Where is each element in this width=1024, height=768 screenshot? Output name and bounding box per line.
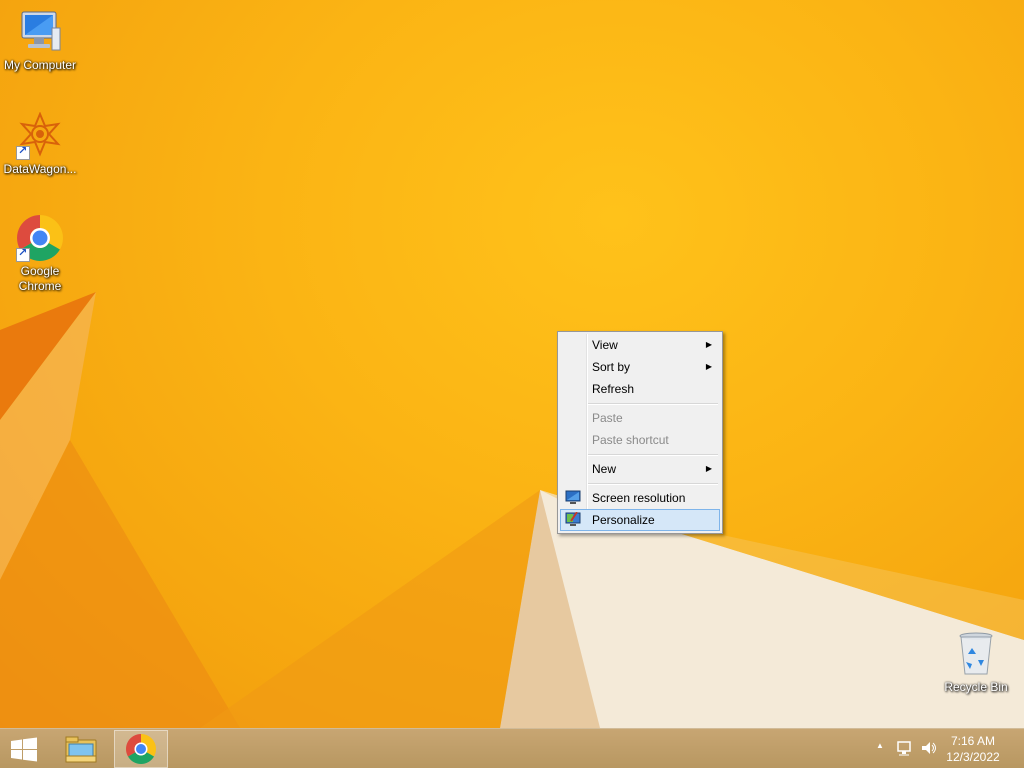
clock-date: 12/3/2022	[946, 750, 1000, 764]
desktop-icon-label: Google Chrome	[18, 264, 62, 293]
menu-item-label: Sort by	[592, 360, 631, 374]
desktop-icon-label: My Computer	[3, 58, 77, 72]
menu-item-label: Paste shortcut	[592, 433, 669, 447]
wallpaper-shapes	[0, 292, 1024, 728]
menu-item-label: Refresh	[592, 382, 635, 396]
desktop-icon-label: DataWagon...	[3, 162, 77, 176]
menu-separator	[588, 454, 718, 456]
windows-logo-icon	[11, 737, 37, 762]
clock-time: 7:16 AM	[950, 734, 996, 748]
menu-item-new[interactable]: New ▶	[560, 458, 720, 480]
start-button[interactable]	[0, 730, 48, 768]
desktop-icon-label: Recycle Bin	[944, 680, 1008, 694]
file-explorer-icon	[65, 736, 97, 763]
personalize-icon	[565, 512, 581, 526]
tray-expand-arrow-icon[interactable]: ▲	[876, 741, 884, 750]
desktop-icon-google-chrome[interactable]: GoogleChrome	[0, 214, 80, 294]
menu-item-refresh[interactable]: Refresh	[560, 378, 720, 400]
submenu-arrow-icon: ▶	[705, 340, 712, 349]
taskbar-clock[interactable]: 7:16 AM 12/3/2022	[938, 733, 1008, 765]
menu-item-view[interactable]: View ▶	[560, 334, 720, 356]
menu-item-label: Personalize	[592, 513, 655, 527]
chrome-icon	[125, 734, 157, 765]
menu-item-label: Paste	[592, 411, 623, 425]
menu-item-sort-by[interactable]: Sort by ▶	[560, 356, 720, 378]
recycle-bin-icon	[952, 630, 1000, 678]
computer-icon	[16, 8, 64, 56]
taskbar: ▲ 7:16 AM 12/3/2022	[0, 728, 1024, 768]
network-icon[interactable]	[896, 740, 914, 756]
menu-separator	[588, 403, 718, 405]
chrome-taskbar-button[interactable]	[114, 730, 168, 768]
menu-item-label: View	[592, 338, 618, 352]
menu-item-screen-resolution[interactable]: Screen resolution	[560, 487, 720, 509]
submenu-arrow-icon: ▶	[705, 362, 712, 371]
datawagon-icon	[16, 111, 64, 160]
desktop-icon-my-computer[interactable]: My Computer	[0, 8, 80, 73]
menu-item-label: Screen resolution	[592, 491, 686, 505]
menu-item-paste-shortcut: Paste shortcut	[560, 429, 720, 451]
shortcut-arrow-icon	[16, 144, 30, 160]
desktop[interactable]: My Computer DataWagon...	[0, 0, 1024, 728]
desktop-icon-recycle-bin[interactable]: Recycle Bin	[936, 630, 1016, 695]
monitor-icon	[565, 490, 581, 504]
file-explorer-button[interactable]	[56, 730, 106, 768]
volume-icon[interactable]	[920, 740, 938, 756]
chrome-icon	[16, 214, 64, 262]
menu-item-paste: Paste	[560, 407, 720, 429]
menu-separator	[588, 483, 718, 485]
menu-item-personalize[interactable]: Personalize	[560, 509, 720, 531]
desktop-context-menu: View ▶ Sort by ▶ Refresh Paste Paste sho…	[557, 331, 723, 534]
submenu-arrow-icon: ▶	[705, 464, 712, 473]
shortcut-arrow-icon	[16, 246, 30, 262]
desktop-icon-datawagon[interactable]: DataWagon...	[0, 111, 80, 177]
menu-item-label: New	[592, 462, 617, 476]
